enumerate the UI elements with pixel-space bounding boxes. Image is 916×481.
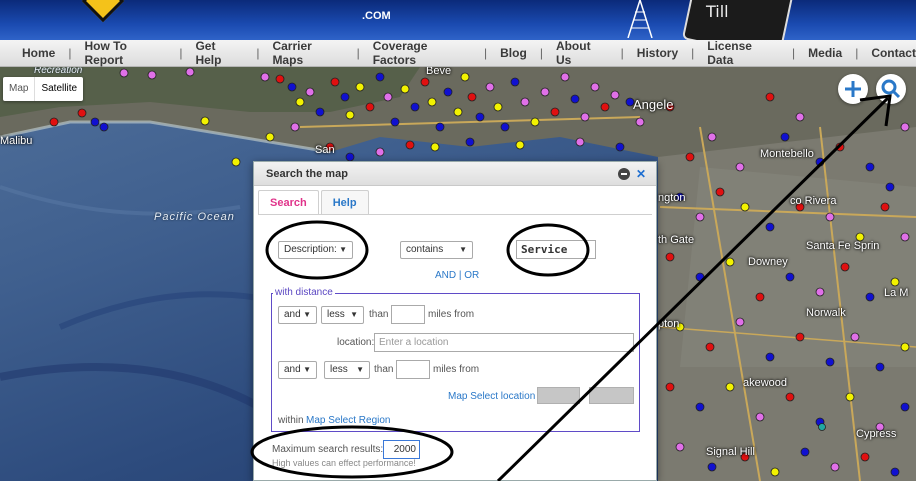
brand-dotcom: .COM: [362, 10, 391, 22]
map-search-button[interactable]: [876, 74, 906, 104]
map-type-control: Map Satellite: [3, 77, 84, 101]
max-results-input[interactable]: 2000: [383, 440, 420, 459]
map-label-compton: pton: [658, 318, 680, 330]
main-nav: Home | How To Report | Get Help | Carrier M…: [0, 39, 916, 67]
close-icon[interactable]: ✕: [636, 168, 648, 180]
nav-about-us[interactable]: About Us: [556, 39, 608, 67]
nav-coverage-factors[interactable]: Coverage Factors: [373, 39, 471, 67]
distance1-conj-select[interactable]: and ▼: [278, 306, 317, 324]
location-input[interactable]: Enter a location: [374, 333, 634, 352]
tab-search[interactable]: Search: [258, 190, 319, 214]
plus-icon: [845, 81, 861, 97]
distance1-miles-input[interactable]: [391, 305, 425, 324]
chevron-down-icon: ▼: [350, 310, 358, 319]
contains-select[interactable]: contains ▼: [400, 241, 473, 259]
nav-blog[interactable]: Blog: [500, 46, 527, 60]
distance2-than-label: than: [374, 364, 394, 375]
distance1-cmp-select[interactable]: less ▼: [321, 306, 364, 324]
distance1-than-label: than: [369, 309, 389, 320]
minimize-icon[interactable]: [618, 168, 630, 180]
search-icon: [881, 79, 901, 99]
dialog-title[interactable]: Search the map: [254, 162, 656, 186]
map-label-cypress: Cypress: [856, 428, 897, 440]
keyword-input[interactable]: Service: [516, 240, 596, 259]
nav-media[interactable]: Media: [808, 46, 842, 60]
map-type-satellite[interactable]: Satellite: [34, 77, 83, 101]
map-label-signal-hill: Signal Hill: [706, 446, 755, 458]
logo-icon: [81, 0, 125, 23]
map-label-downey: Downey: [748, 256, 788, 268]
nav-home[interactable]: Home: [22, 46, 55, 60]
map-select-region-link[interactable]: Map Select Region: [306, 415, 391, 426]
map-type-map[interactable]: Map: [3, 77, 34, 101]
location-lng-field[interactable]: [589, 387, 634, 404]
cell-tower-icon: [627, 0, 653, 38]
map-label-south-gate: th Gate: [658, 234, 695, 246]
distance2-miles-input[interactable]: [396, 360, 430, 379]
map-label-santa-fe-springs: Santa Fe Sprin: [806, 240, 880, 252]
map-select-location-link[interactable]: Map Select location: [448, 391, 535, 402]
description-select[interactable]: Description: ▼: [278, 241, 353, 259]
map-label-malibu: Malibu: [0, 135, 33, 147]
map-label-santa-monica: San: [315, 144, 335, 156]
map-label-lakewood: akewood: [743, 377, 788, 389]
map-label-la-mirada: La M: [884, 287, 909, 299]
map-label-los-angeles: Angele: [633, 97, 674, 112]
tab-help[interactable]: Help: [320, 190, 369, 214]
map-label-pico-rivera: co Rivera: [790, 195, 837, 207]
performance-note: High values can effect performance!: [272, 458, 416, 468]
map-label-recreation: Recreation: [34, 67, 83, 76]
chevron-down-icon: ▼: [339, 245, 347, 254]
max-results-label: Maximum search results:: [272, 444, 384, 455]
header-banner: .COM Till: [0, 0, 916, 40]
nav-how-to-report[interactable]: How To Report: [84, 39, 166, 67]
chevron-down-icon: ▼: [459, 245, 467, 254]
chevron-down-icon: ▼: [356, 365, 364, 374]
distance2-miles-from-label: miles from: [433, 364, 480, 375]
chevron-down-icon: ▼: [303, 365, 311, 374]
and-or-toggle[interactable]: AND | OR: [435, 270, 479, 281]
chevron-down-icon: ▼: [303, 310, 311, 319]
nav-license-data[interactable]: License Data: [707, 39, 779, 67]
phone-image: [681, 0, 795, 40]
nav-history[interactable]: History: [637, 46, 678, 60]
with-distance-legend: with distance: [273, 287, 335, 298]
within-label: within: [278, 415, 304, 426]
phone-screen-text: Till: [706, 2, 729, 21]
map-label-montebello: Montebello: [760, 148, 814, 160]
nav-carrier-maps[interactable]: Carrier Maps: [272, 39, 343, 67]
map-label-huntington: ngton: [658, 192, 686, 204]
nav-get-help[interactable]: Get Help: [195, 39, 243, 67]
distance2-cmp-select[interactable]: less ▼: [324, 361, 370, 379]
distance2-conj-select[interactable]: and ▼: [278, 361, 317, 379]
map-label-pacific-ocean: Pacific Ocean: [154, 211, 235, 223]
map-label-norwalk: Norwalk: [806, 307, 846, 319]
nav-contact[interactable]: Contact: [871, 46, 916, 60]
distance1-miles-from-label: miles from: [428, 309, 475, 320]
location-label: location:: [337, 337, 375, 348]
location-lat-field[interactable]: [537, 387, 580, 404]
search-dialog: Search the map ✕ Search Help Description…: [253, 161, 657, 481]
map-add-button[interactable]: [838, 74, 868, 104]
map-label-beverly: Beve: [426, 67, 452, 77]
